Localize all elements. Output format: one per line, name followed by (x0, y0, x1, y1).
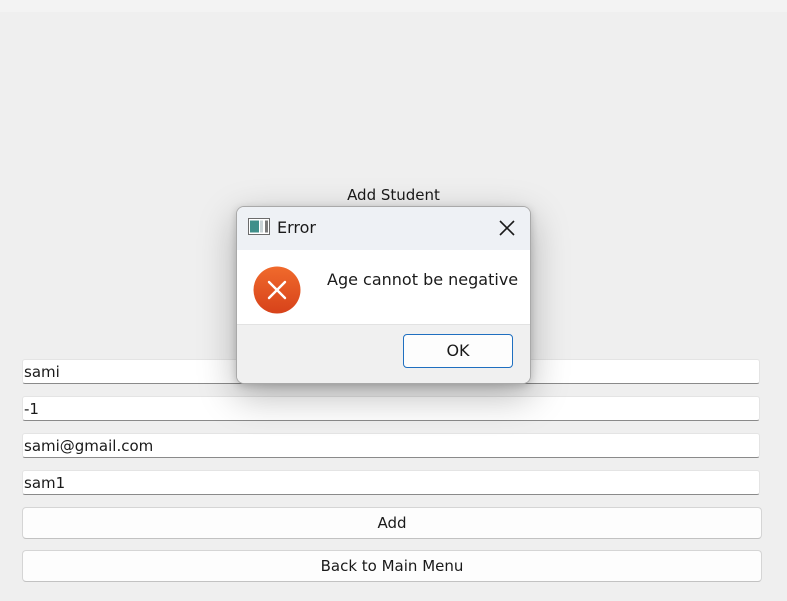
email-input[interactable] (23, 434, 759, 457)
dialog-title: Error (277, 218, 316, 237)
error-dialog: Error Age cannot be negative OK (236, 206, 531, 384)
age-input[interactable] (23, 397, 759, 420)
application-window-icon (248, 218, 270, 235)
dialog-footer: OK (237, 324, 530, 383)
ok-button[interactable]: OK (403, 334, 513, 368)
username-field[interactable] (22, 470, 760, 495)
form-title: Add Student (347, 186, 440, 204)
dialog-message: Age cannot be negative (327, 270, 519, 289)
username-input[interactable] (23, 471, 759, 494)
back-to-main-menu-button[interactable]: Back to Main Menu (22, 550, 762, 582)
window-top-strip (0, 0, 787, 12)
dialog-titlebar[interactable]: Error (237, 207, 530, 250)
email-field[interactable] (22, 433, 760, 458)
error-icon (253, 266, 301, 314)
close-icon[interactable] (494, 216, 520, 240)
add-button[interactable]: Add (22, 507, 762, 539)
add-student-window: Add Student Add Back to Main Menu Error (0, 0, 787, 601)
dialog-body: Age cannot be negative (237, 250, 530, 324)
age-field[interactable] (22, 396, 760, 421)
